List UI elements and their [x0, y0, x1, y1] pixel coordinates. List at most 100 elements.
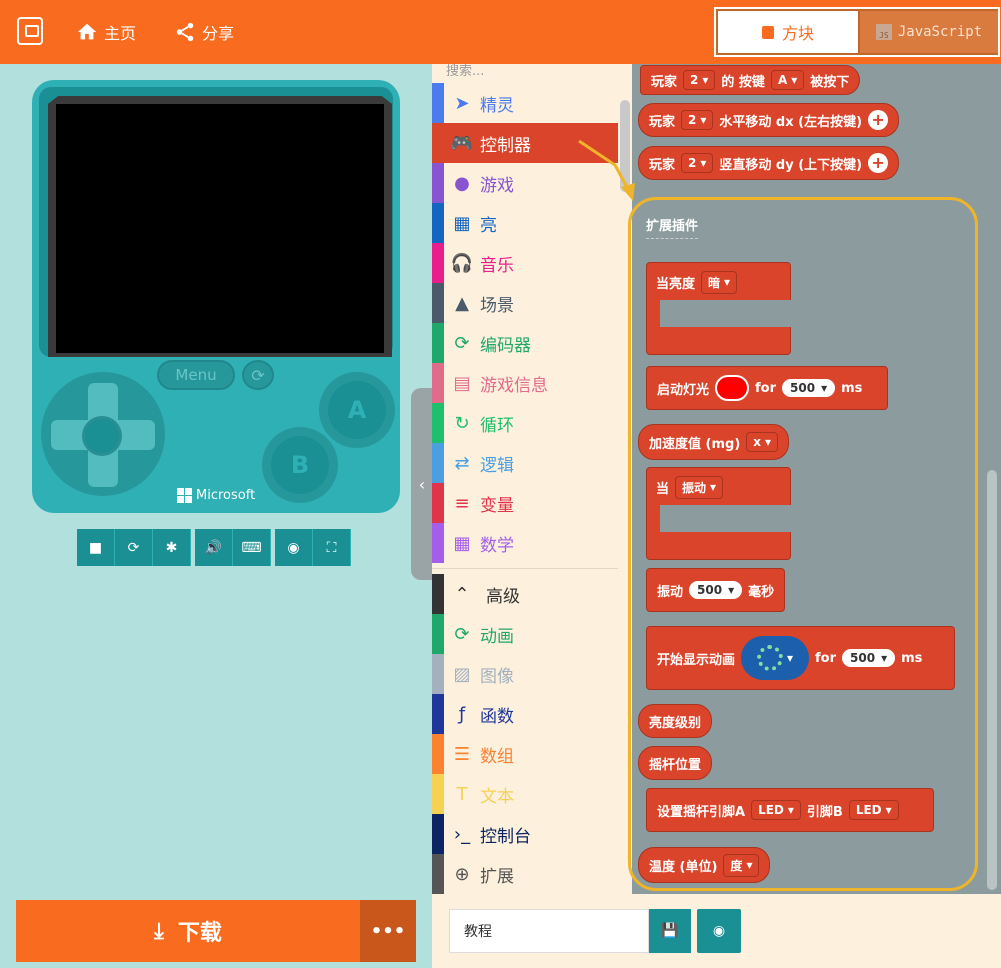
calculator-icon: ▦ — [453, 532, 471, 554]
category-color-bar — [432, 83, 444, 123]
list-ol-icon: ☰ — [453, 743, 471, 765]
restart-button[interactable]: ⟳ — [115, 529, 153, 566]
game-screen[interactable] — [56, 104, 384, 353]
github-button[interactable]: ◉ — [697, 909, 741, 953]
player-dropdown[interactable]: 2 — [683, 70, 716, 90]
toolbox-category-12[interactable]: ⌃ 高级 — [432, 574, 618, 614]
tab-javascript-label: JavaScript — [897, 24, 983, 40]
save-button[interactable]: 💾 — [649, 909, 691, 953]
block-text: 玩家 — [649, 114, 676, 130]
category-color-bar — [432, 363, 444, 403]
category-label: 文本 — [480, 786, 514, 807]
fullscreen-button[interactable]: ⛶ — [313, 529, 351, 566]
toolbox-category-4[interactable]: 🎧 音乐 — [432, 243, 618, 283]
paper-plane-icon: ➤ — [454, 92, 470, 114]
category-label: 游戏信息 — [480, 375, 548, 396]
toolbox-category-18[interactable]: ›_ 控制台 — [432, 814, 618, 854]
category-color-bar — [432, 774, 444, 814]
key-dropdown[interactable]: A — [770, 70, 805, 90]
category-label: 数组 — [480, 746, 514, 767]
toolbox-category-7[interactable]: ▤ 游戏信息 — [432, 363, 618, 403]
toolbox-category-10[interactable]: ≡ 变量 — [432, 483, 618, 523]
category-color-bar — [432, 403, 444, 443]
toolbox-category-14[interactable]: ▨ 图像 — [432, 654, 618, 694]
more-options-button[interactable]: ••• — [360, 900, 416, 962]
debug-button[interactable]: ✱ — [153, 529, 191, 566]
collapse-simulator-button[interactable]: ‹ — [411, 388, 433, 580]
tab-blocks-label: 方块 — [781, 24, 814, 43]
shuffle-icon: ⇄ — [454, 452, 470, 474]
tab-javascript[interactable]: JS JavaScript — [860, 11, 998, 53]
block-text: 的 按键 — [721, 74, 765, 90]
toolbox-category-6[interactable]: ⟳ 编码器 — [432, 323, 618, 363]
category-label: 函数 — [480, 706, 514, 727]
toolbox-category-8[interactable]: ↻ 循环 — [432, 403, 618, 443]
reset-button[interactable]: ⟳ — [242, 360, 274, 390]
button-b[interactable]: B — [271, 436, 329, 494]
toolbox-category-13[interactable]: ⟳ 动画 — [432, 614, 618, 654]
player-dropdown[interactable]: 2 — [681, 110, 714, 130]
stop-button[interactable]: ■ — [77, 529, 115, 566]
extension-category-title: 扩展插件 — [646, 215, 699, 239]
toolbox-category-5[interactable]: ▲ 场景 — [432, 283, 618, 323]
microsoft-logo: Microsoft — [177, 488, 255, 503]
chevron-left-icon: ‹ — [418, 474, 426, 494]
category-label: 扩展 — [480, 866, 514, 887]
toolbox-search[interactable]: 搜索... — [432, 64, 618, 80]
share-button[interactable]: 分享 — [174, 18, 234, 46]
workspace-scrollbar[interactable] — [987, 470, 997, 890]
chevron-up-icon: ⌃ — [454, 583, 470, 605]
restart-icon: ⟳ — [127, 539, 140, 556]
category-label: 数学 — [480, 535, 514, 556]
keyboard-button[interactable]: ⌨ — [233, 529, 271, 566]
block-move-dx[interactable]: 玩家 2 水平移动 dx (左右按键) + — [638, 103, 900, 137]
toolbox-category-9[interactable]: ⇄ 逻辑 — [432, 443, 618, 483]
plus-circle-icon: ⊕ — [454, 863, 470, 885]
makecode-logo-icon[interactable] — [17, 17, 43, 45]
toolbox-category-11[interactable]: ▦ 数学 — [432, 523, 618, 563]
sim-toolbar-group-3: ◉ ⛶ — [275, 529, 351, 566]
category-color-bar — [432, 123, 444, 163]
toolbox-category-19[interactable]: ⊕ 扩展 — [432, 854, 618, 894]
block-move-dy[interactable]: 玩家 2 竖直移动 dy (上下按键) + — [638, 146, 900, 180]
toolbox-category-0[interactable]: ➤ 精灵 — [432, 83, 618, 123]
reset-icon: ⟳ — [251, 365, 265, 385]
category-label: 控制器 — [480, 135, 531, 156]
download-button[interactable]: ⤓ 下载 — [16, 900, 360, 962]
terminal-icon: ›_ — [453, 823, 471, 845]
home-button[interactable]: 主页 — [76, 18, 136, 46]
id-card-icon: ▤ — [453, 372, 471, 394]
toolbox-category-15[interactable]: ƒ 函数 — [432, 694, 618, 734]
project-name-input[interactable] — [449, 909, 649, 953]
loop-icon: ↻ — [454, 412, 470, 434]
screen-frame — [39, 87, 393, 357]
category-label: 变量 — [480, 495, 514, 516]
tree-icon: ▲ — [455, 292, 469, 314]
menu-button[interactable]: Menu — [157, 360, 235, 390]
screenshot-button[interactable]: ◉ — [275, 529, 313, 566]
stop-icon: ■ — [88, 539, 103, 556]
player-dropdown[interactable]: 2 — [681, 153, 714, 173]
category-label: 编码器 — [480, 335, 531, 356]
category-label: 循环 — [480, 415, 514, 436]
toolbox-category-17[interactable]: T 文本 — [432, 774, 618, 814]
save-icon: 💾 — [661, 923, 679, 939]
extension-highlight-frame — [628, 197, 978, 891]
tab-blocks[interactable]: 方块 — [718, 11, 858, 53]
github-icon: ◉ — [712, 923, 726, 939]
mute-button[interactable]: 🔊 — [195, 529, 233, 566]
plus-icon[interactable]: + — [868, 153, 889, 173]
microsoft-grid-icon — [177, 488, 192, 503]
share-icon — [176, 22, 194, 42]
toolbox-category-16[interactable]: ☰ 数组 — [432, 734, 618, 774]
plus-icon[interactable]: + — [868, 110, 889, 130]
fullscreen-icon: ⛶ — [326, 539, 337, 556]
download-label: 下载 — [177, 921, 222, 946]
block-text: 水平移动 dx (左右按键) — [719, 114, 863, 130]
home-icon — [77, 23, 97, 40]
js-file-icon: JS — [875, 24, 892, 40]
block-button-pressed[interactable]: 玩家 2 的 按键 A 被按下 — [640, 65, 861, 95]
button-a[interactable]: A — [328, 381, 386, 439]
top-bar: 主页 分享 方块 JS JavaScript — [0, 0, 1001, 64]
category-color-bar — [432, 163, 444, 203]
